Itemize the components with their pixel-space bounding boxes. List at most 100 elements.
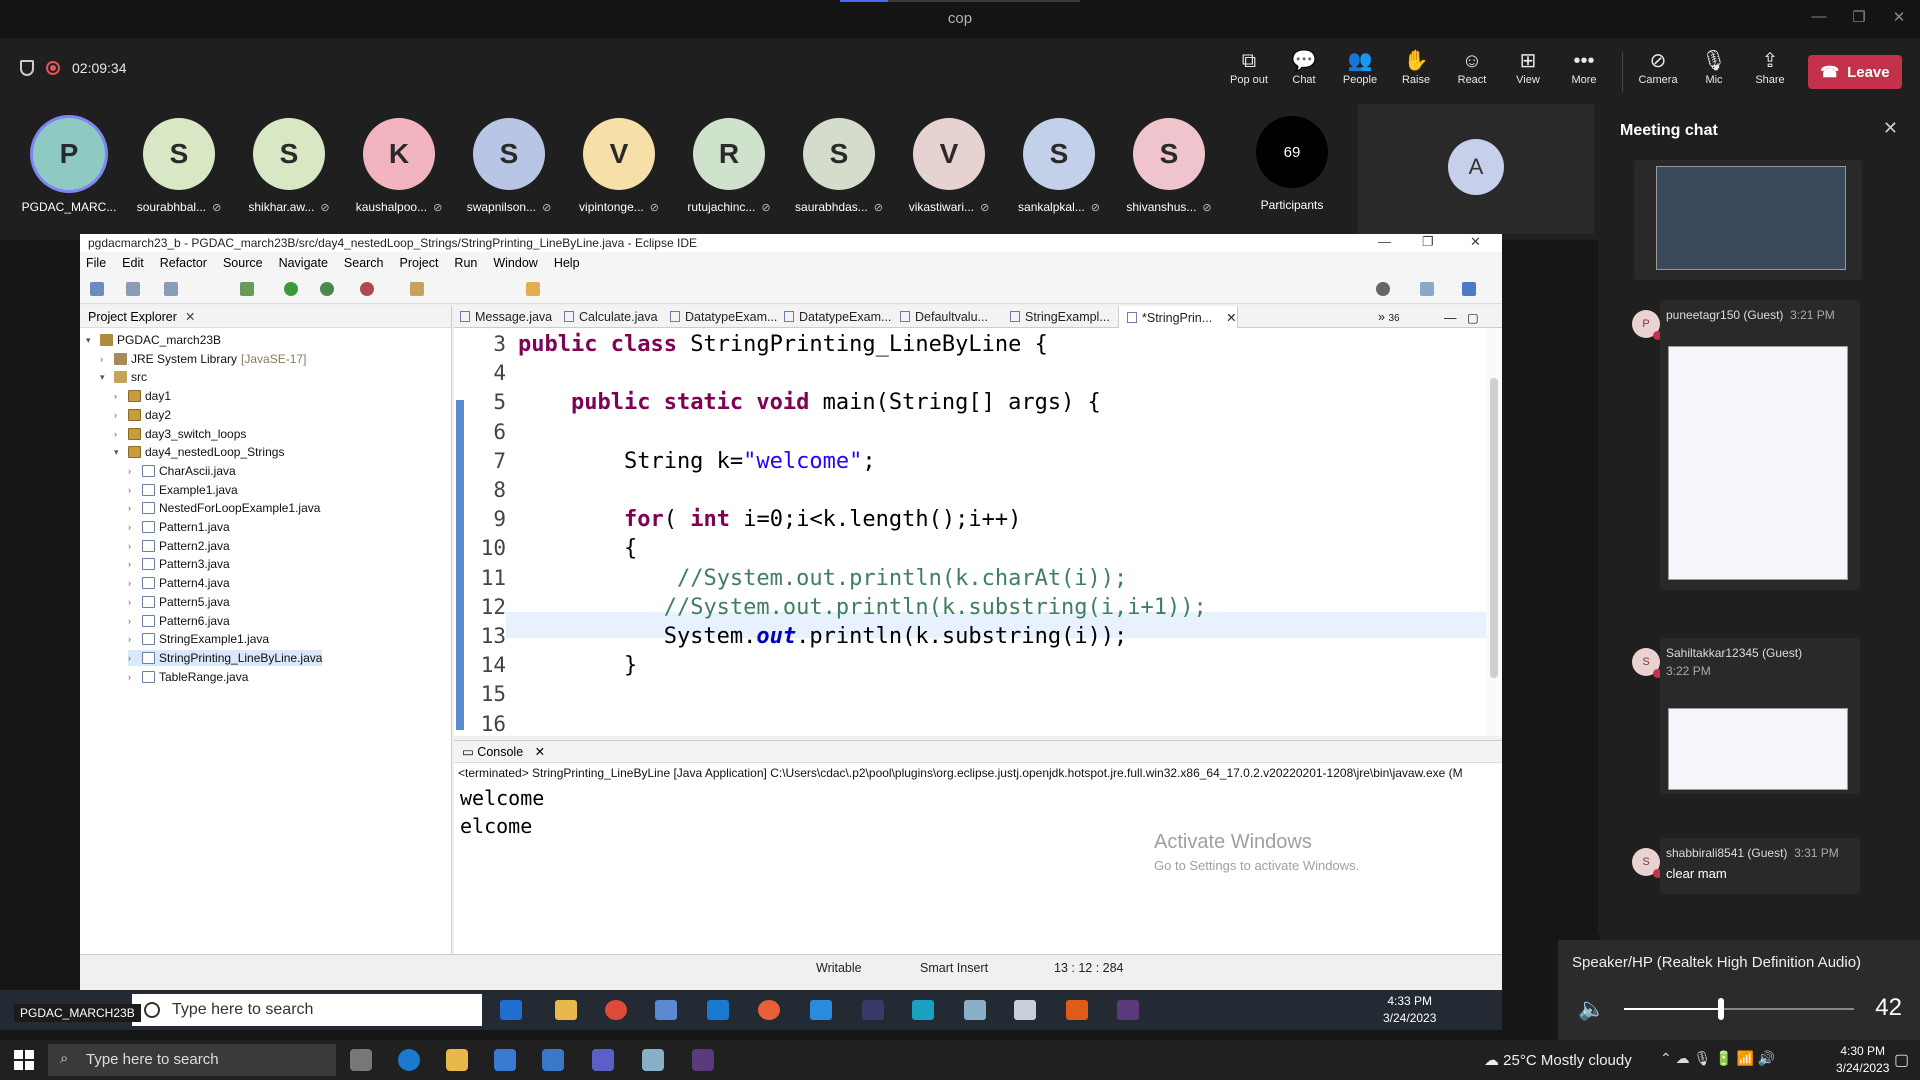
tree-item[interactable]: › day1 <box>114 388 171 404</box>
code-area[interactable]: 3 public class StringPrinting_LineByLine … <box>454 328 1502 824</box>
search-toolbar-icon[interactable] <box>526 282 540 296</box>
tree-item[interactable]: › Pattern1.java <box>128 519 230 535</box>
search-icon[interactable] <box>1376 282 1390 296</box>
tabs-overflow[interactable]: » 36 <box>1378 306 1400 328</box>
expand-icon[interactable]: › <box>114 429 124 439</box>
expand-icon[interactable]: › <box>128 541 138 551</box>
new-package-icon[interactable] <box>410 282 424 296</box>
restore-icon[interactable]: ❐ <box>1848 8 1870 28</box>
save-icon[interactable] <box>126 282 140 296</box>
editor-tab[interactable]: Message.java <box>460 306 552 328</box>
local-clock[interactable]: 4:30 PM 3/24/2023 <box>1836 1043 1889 1077</box>
expand-icon[interactable]: ▾ <box>114 447 124 458</box>
close-view-icon[interactable]: ✕ <box>185 310 195 324</box>
editor-tab[interactable]: Defaultvalu... <box>900 306 988 328</box>
editor-tab[interactable]: StringExampl... <box>1010 306 1110 328</box>
expand-icon[interactable]: › <box>128 653 138 663</box>
tree-item[interactable]: › day2 <box>114 407 171 423</box>
tree-item[interactable]: › Example1.java <box>128 482 238 498</box>
participant-tile[interactable]: Sshikhar.aw... ⊘ <box>234 118 344 214</box>
tree-item[interactable]: › Pattern2.java <box>128 538 230 554</box>
participant-tile[interactable]: Vvikastiwari... ⊘ <box>894 118 1004 214</box>
leave-button[interactable]: ☎ Leave <box>1808 55 1902 89</box>
expand-icon[interactable]: › <box>114 391 124 401</box>
java-perspective-icon[interactable] <box>1462 282 1476 296</box>
menu-item[interactable]: Project <box>400 256 439 274</box>
xampp-icon[interactable] <box>1066 1000 1088 1020</box>
participant-tile[interactable]: Vvipintonge... ⊘ <box>564 118 674 214</box>
scrollbar-thumb[interactable] <box>1490 378 1498 678</box>
menu-item[interactable]: Help <box>554 256 580 274</box>
tree-item[interactable]: › Pattern3.java <box>128 556 230 572</box>
expand-icon[interactable]: ▾ <box>100 372 110 383</box>
participant-tile[interactable]: Ssankalpkal... ⊘ <box>1004 118 1114 214</box>
task-view-icon[interactable] <box>500 1000 522 1020</box>
close-console-icon[interactable]: ✕ <box>535 745 545 759</box>
app-icon[interactable] <box>862 1000 884 1020</box>
participant-tile[interactable]: Sswapnilson... ⊘ <box>454 118 564 214</box>
close-icon[interactable]: ✕ <box>1888 8 1910 28</box>
participant-tile[interactable]: Rrutujachinc... ⊘ <box>674 118 784 214</box>
expand-icon[interactable]: › <box>128 672 138 682</box>
eclipse-taskbar-icon[interactable] <box>1117 1000 1139 1020</box>
tree-item[interactable]: › StringExample1.java <box>128 631 269 647</box>
expand-icon[interactable]: › <box>100 354 110 364</box>
mail-icon[interactable] <box>542 1049 564 1071</box>
minimize-icon[interactable]: — <box>1808 8 1830 28</box>
participant-tile[interactable]: Ssaurabhdas... ⊘ <box>784 118 894 214</box>
raise-hand-button[interactable]: ✋ Raise <box>1386 48 1446 86</box>
menu-item[interactable]: Edit <box>122 256 144 274</box>
participant-tile[interactable]: P PGDAC_MARC... <box>14 118 124 214</box>
minimize-icon[interactable]: — <box>1444 311 1457 325</box>
screenshot-thumbnail[interactable] <box>1668 346 1848 580</box>
editor-tab[interactable]: DatatypeExam... <box>670 306 777 328</box>
screenshot-thumbnail[interactable] <box>1668 708 1848 790</box>
pop-out-button[interactable]: ⧉ Pop out <box>1219 48 1279 86</box>
tree-item[interactable]: › JRE System Library [JavaSE-17] <box>100 351 306 367</box>
eclipse-taskbar-icon[interactable] <box>692 1049 714 1071</box>
expand-icon[interactable]: › <box>128 485 138 495</box>
menu-item[interactable]: Run <box>454 256 477 274</box>
expand-icon[interactable]: › <box>128 634 138 644</box>
tree-item[interactable]: ▾ src <box>100 369 147 385</box>
firefox-icon[interactable] <box>758 1000 780 1020</box>
tree-item[interactable]: › StringPrinting_LineByLine.java <box>128 649 323 666</box>
close-tab-icon[interactable]: ✕ <box>1226 311 1236 325</box>
teams-icon[interactable] <box>592 1049 614 1071</box>
menu-item[interactable]: Search <box>344 256 384 274</box>
edge-icon[interactable] <box>398 1049 420 1071</box>
participant-tile[interactable]: Ssourabhbal... ⊘ <box>124 118 234 214</box>
view-button[interactable]: ⊞ View <box>1498 48 1558 86</box>
mic-button[interactable]: 🎙 Mic <box>1684 48 1744 86</box>
eclipse-maximize-icon[interactable]: ❐ <box>1422 234 1434 250</box>
expand-icon[interactable]: › <box>128 466 138 476</box>
expand-icon[interactable]: › <box>128 578 138 588</box>
editor-tab[interactable]: DatatypeExam... <box>784 306 891 328</box>
edge-dev-icon[interactable] <box>912 1000 934 1020</box>
windows-start-icon[interactable] <box>14 1050 34 1070</box>
debug-icon[interactable] <box>240 282 254 296</box>
participants-count-tile[interactable]: 69 Participants <box>1237 116 1347 212</box>
eclipse-minimize-icon[interactable]: — <box>1378 234 1391 249</box>
share-button[interactable]: ⇪ Share <box>1740 48 1800 86</box>
editor-scrollbar[interactable] <box>1486 328 1502 736</box>
participant-tile[interactable]: Kkaushalpoo... ⊘ <box>344 118 454 214</box>
tree-item[interactable]: › Pattern4.java <box>128 575 230 591</box>
notification-icon[interactable]: ▢ <box>1894 1050 1909 1070</box>
maximize-icon[interactable]: ▢ <box>1467 311 1479 325</box>
volume-slider[interactable] <box>1624 998 1854 1020</box>
weather-widget[interactable]: ☁ 25°C Mostly cloudy <box>1484 1051 1632 1069</box>
file-explorer-icon[interactable] <box>446 1049 468 1071</box>
external-tools-icon[interactable] <box>360 282 374 296</box>
menu-item[interactable]: File <box>86 256 106 274</box>
system-tray-icons[interactable]: ⌃ ☁ 🎙 🔋 📶 🔊 <box>1660 1050 1775 1067</box>
editor-tab[interactable]: Calculate.java <box>564 306 658 328</box>
tree-item[interactable]: › Pattern5.java <box>128 594 230 610</box>
volume-knob[interactable] <box>1717 998 1724 1020</box>
menu-item[interactable]: Navigate <box>279 256 328 274</box>
remote-search-box[interactable]: Type here to search <box>132 994 482 1026</box>
editor-view-controls[interactable]: — ▢ <box>1444 306 1479 328</box>
app-icon[interactable] <box>964 1000 986 1020</box>
app-icon[interactable] <box>810 1000 832 1020</box>
file-explorer-icon[interactable] <box>555 1000 577 1020</box>
